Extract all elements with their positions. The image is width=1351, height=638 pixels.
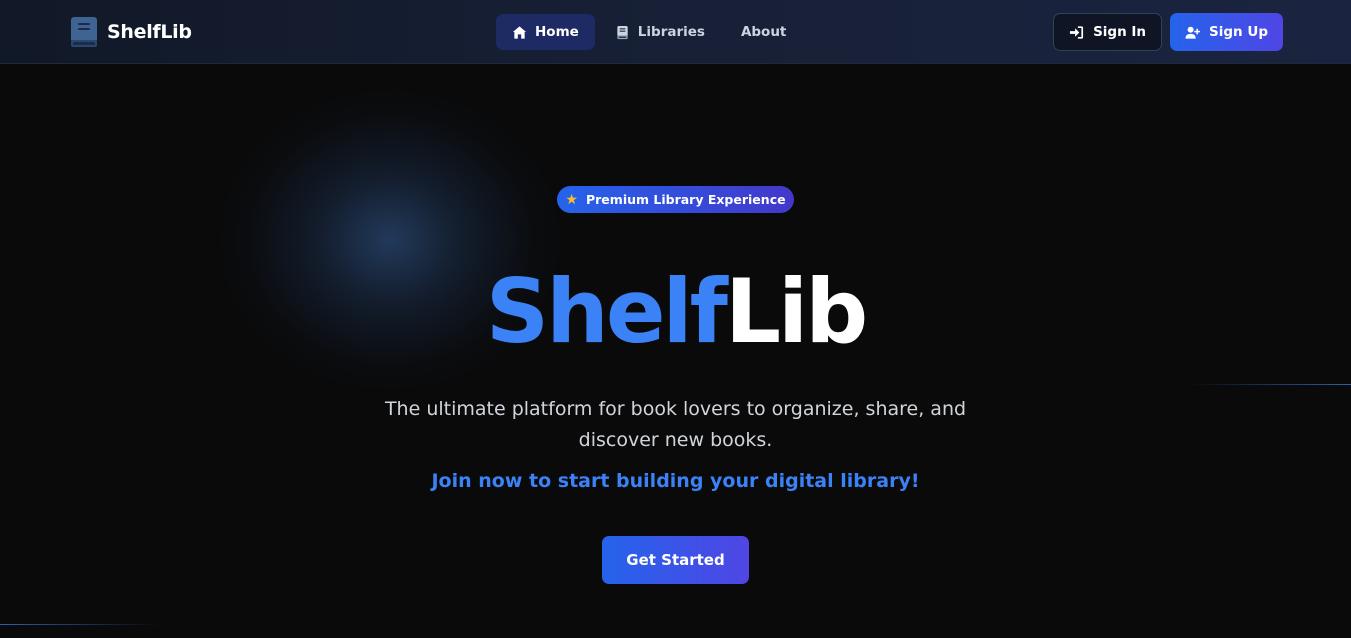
- user-plus-icon: [1185, 26, 1201, 39]
- nav-item-label: Libraries: [637, 24, 705, 40]
- book-icon: [71, 17, 97, 47]
- sign-in-label: Sign In: [1093, 24, 1147, 40]
- premium-badge: ★ Premium Library Experience: [557, 186, 794, 213]
- nav-item-label: About: [740, 24, 787, 40]
- sign-in-icon: [1070, 25, 1084, 39]
- hero-subtitle: The ultimate platform for book lovers to…: [384, 398, 967, 451]
- navbar: ShelfLib Home Libraries About Sign In Si…: [0, 0, 1351, 64]
- nav-item-libraries[interactable]: Libraries: [599, 14, 721, 50]
- brand-name: ShelfLib: [107, 21, 192, 43]
- decorative-line: [0, 624, 160, 625]
- hero-title: ShelfLib: [0, 262, 1351, 362]
- sign-up-button[interactable]: Sign Up: [1170, 13, 1283, 51]
- decorative-line: [1190, 384, 1351, 385]
- home-icon: [512, 25, 527, 39]
- auth-buttons: Sign In Sign Up: [1053, 13, 1283, 51]
- book-icon: [617, 25, 628, 39]
- main-nav: Home Libraries About: [496, 14, 802, 50]
- hero-title-shelf: Shelf: [485, 260, 728, 363]
- page: ShelfLib Home Libraries About Sign In Si…: [0, 0, 1351, 638]
- nav-item-about[interactable]: About: [725, 14, 802, 50]
- sign-up-label: Sign Up: [1209, 24, 1268, 40]
- sign-in-button[interactable]: Sign In: [1053, 13, 1163, 51]
- nav-item-label: Home: [535, 24, 579, 40]
- hero-cta-text: Join now to start building your digital …: [431, 470, 920, 492]
- nav-item-home[interactable]: Home: [496, 14, 595, 50]
- hero-title-lib: Lib: [724, 260, 868, 363]
- brand-logo[interactable]: ShelfLib: [70, 16, 192, 48]
- get-started-button[interactable]: Get Started: [602, 536, 749, 584]
- star-icon: ★: [565, 191, 578, 208]
- badge-label: Premium Library Experience: [585, 192, 786, 207]
